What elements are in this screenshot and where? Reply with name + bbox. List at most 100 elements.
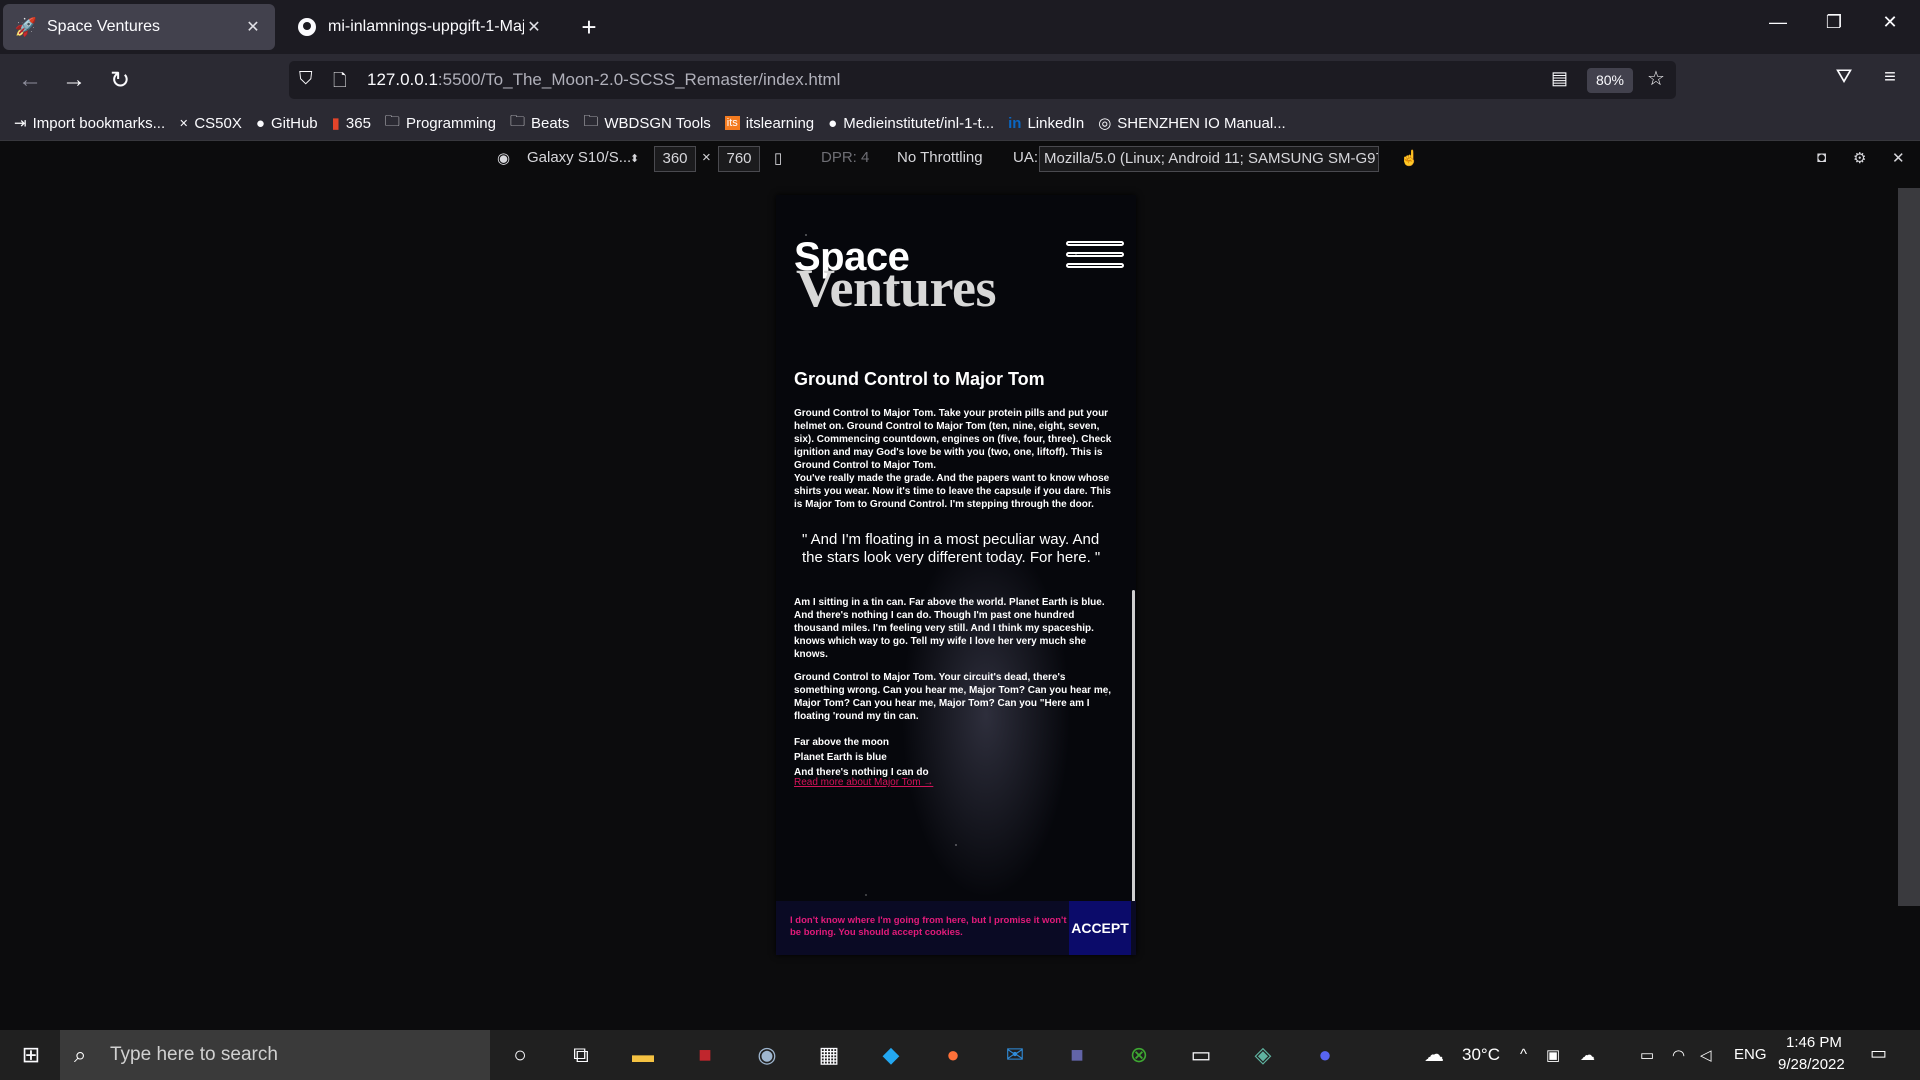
app-icon[interactable]: ■ (688, 1040, 722, 1070)
read-more-link[interactable]: Read more about Major Tom → (794, 777, 933, 788)
screenshot-icon[interactable]: ◘ (1817, 149, 1826, 166)
throttling-selector[interactable]: No Throttling (897, 149, 983, 166)
device-selector[interactable]: Galaxy S10/S... (527, 149, 631, 166)
firefox-icon[interactable]: ● (936, 1040, 970, 1070)
pocket-icon[interactable]: ⛛ (1828, 66, 1860, 89)
tray-chevron-icon[interactable]: ^ (1520, 1046, 1527, 1063)
url-text[interactable]: 127.0.0.1:5500/To_The_Moon-2.0-SCSS_Rema… (367, 70, 840, 90)
speaker-device-icon[interactable]: ▣ (1546, 1046, 1560, 1064)
zoom-level[interactable]: 80% (1587, 68, 1633, 93)
url-bar[interactable]: ⛉ 🗋 127.0.0.1:5500/To_The_Moon-2.0-SCSS_… (289, 61, 1676, 99)
ua-label: UA: (1013, 149, 1039, 166)
reader-view-icon[interactable]: ▤ (1551, 68, 1568, 89)
steam-icon[interactable]: ◉ (750, 1040, 784, 1070)
chevron-updown-icon: ⬍ (630, 153, 640, 165)
chrome-device-icon: ◉ (497, 150, 511, 167)
wifi-icon[interactable]: ◠ (1672, 1046, 1685, 1064)
section-heading: Ground Control to Major Tom (794, 369, 1045, 389)
teams-icon[interactable]: ■ (1060, 1040, 1094, 1070)
clock-time[interactable]: 1:46 PM (1786, 1034, 1842, 1051)
windows-taskbar: ⊞ ⌕ Type here to search ○ ⧉ ▬ ■ ◉ ▦ ◆ ● … (0, 1030, 1920, 1080)
xbox-icon[interactable]: ⊗ (1122, 1040, 1156, 1070)
touch-simulation-icon[interactable]: ☝ (1400, 149, 1419, 167)
bookmark-wbdsgn-tools[interactable]: 🗀 WBDSGN Tools (583, 111, 710, 136)
volume-icon[interactable]: ◁ (1700, 1046, 1712, 1064)
cs50-icon: ✕ (179, 117, 189, 130)
tab-strip: 🚀 Space Ventures ✕ mi-inlamnings-uppgift… (0, 0, 1920, 54)
github-icon: ● (828, 114, 838, 132)
lyric-line: Far above the moon (794, 737, 890, 748)
store-icon[interactable]: ▦ (812, 1040, 846, 1070)
minimize-icon[interactable]: — (1758, 12, 1798, 33)
responsive-design-toolbar: ◉ Galaxy S10/S... ⬍ 360 × 760 ▯ DPR: 4 N… (0, 140, 1920, 179)
onedrive-icon[interactable]: ☁ (1580, 1046, 1595, 1064)
bookmark-medieinstitutet[interactable]: ● Medieinstitutet/inl-1-t... (828, 115, 994, 132)
bookmark-365[interactable]: ▮ 365 (332, 114, 371, 133)
page-scrollbar[interactable] (1898, 186, 1920, 1026)
mail-icon[interactable]: ✉ (998, 1040, 1032, 1070)
close-rdm-icon[interactable]: ✕ (1892, 149, 1905, 167)
close-tab-icon[interactable]: ✕ (243, 17, 263, 37)
bookmark-star-icon[interactable]: ☆ (1647, 66, 1665, 91)
taskbar-search[interactable]: ⌕ Type here to search (60, 1030, 490, 1080)
discord-icon[interactable]: ● (1308, 1040, 1342, 1070)
search-icon: ⌕ (74, 1042, 87, 1067)
cloud-weather-icon[interactable]: ☁ (1424, 1042, 1444, 1067)
bookmark-shenzhen[interactable]: ◎ SHENZHEN IO Manual... (1098, 114, 1285, 133)
viewport-height-input[interactable]: 760 (718, 146, 760, 172)
task-view-icon[interactable]: ⧉ (564, 1040, 598, 1070)
weather-temp[interactable]: 30°C (1462, 1045, 1500, 1065)
dpr-selector[interactable]: DPR: 4 (821, 149, 869, 166)
vscode-icon[interactable]: ◆ (874, 1040, 908, 1070)
dimension-separator: × (702, 149, 711, 166)
new-tab-button[interactable]: + (574, 12, 604, 43)
page-icon[interactable]: 🗋 (333, 68, 347, 97)
folder-icon: 🗀 (583, 112, 599, 130)
bookmark-import[interactable]: ⇥ Import bookmarks... (14, 114, 165, 133)
settings-gear-icon[interactable]: ⚙ (1853, 149, 1866, 167)
pull-quote: " And I'm floating in a most peculiar wa… (802, 531, 1101, 566)
bookmark-beats[interactable]: 🗀 Beats (510, 111, 569, 136)
reload-button[interactable]: ↻ (104, 66, 136, 95)
rotate-icon[interactable]: ▯ (774, 149, 782, 167)
bookmarks-toolbar: ⇥ Import bookmarks... ✕ CS50X ● GitHub ▮ 365… (0, 106, 1920, 140)
lyric-line: Planet Earth is blue (794, 752, 887, 763)
folder-icon: 🗀 (384, 112, 400, 130)
paragraph-2: You've really made the grade. And the pa… (794, 473, 1111, 510)
close-window-icon[interactable]: ✕ (1870, 12, 1910, 33)
bookmark-cs50x[interactable]: ✕ CS50X (179, 115, 242, 132)
cortana-icon[interactable]: ○ (503, 1040, 537, 1070)
device-scrollbar[interactable] (1132, 590, 1135, 952)
clock-date[interactable]: 9/28/2022 (1778, 1056, 1845, 1073)
logo-ventures[interactable]: Ventures (796, 261, 997, 315)
accept-cookies-button[interactable]: ACCEPT (1069, 901, 1131, 955)
tab-github[interactable]: mi-inlamnings-uppgift-1-Major ✕ (284, 4, 556, 50)
viewport-width-input[interactable]: 360 (654, 146, 696, 172)
menu-icon[interactable]: ≡ (1874, 66, 1906, 89)
bookmark-github[interactable]: ● GitHub (256, 115, 318, 132)
github-icon (296, 16, 318, 38)
hamburger-menu-icon[interactable] (1066, 241, 1124, 281)
paragraph-4: Ground Control to Major Tom. Your circui… (794, 672, 1112, 722)
import-icon: ⇥ (14, 115, 27, 132)
notifications-icon[interactable]: ▭ (1870, 1043, 1887, 1064)
windows-start-icon[interactable]: ⊞ (14, 1040, 48, 1070)
file-explorer-icon[interactable]: ▬ (626, 1040, 660, 1070)
bookmark-programming[interactable]: 🗀 Programming (385, 111, 496, 136)
tab-space-ventures[interactable]: 🚀 Space Ventures ✕ (3, 4, 275, 50)
user-agent-input[interactable]: Mozilla/5.0 (Linux; Android 11; SAMSUNG … (1039, 146, 1379, 172)
close-tab-icon[interactable]: ✕ (524, 17, 544, 37)
git-icon[interactable]: ◈ (1246, 1040, 1280, 1070)
cookie-message: I don't know where I'm going from here, … (790, 915, 1067, 938)
language-indicator[interactable]: ENG (1734, 1046, 1767, 1063)
shield-icon[interactable]: ⛉ (299, 68, 313, 89)
scrollbar-thumb[interactable] (1898, 188, 1920, 906)
bookmark-itslearning[interactable]: its itslearning (724, 115, 814, 132)
forward-button[interactable]: → (58, 66, 90, 94)
terminal-icon[interactable]: ▭ (1184, 1040, 1218, 1070)
restore-icon[interactable]: ❐ (1814, 12, 1854, 33)
bookmark-linkedin[interactable]: in LinkedIn (1008, 115, 1084, 132)
back-button[interactable]: ← (14, 66, 46, 94)
battery-icon[interactable]: ▭ (1640, 1046, 1654, 1064)
tab-title: Space Ventures (47, 18, 160, 35)
